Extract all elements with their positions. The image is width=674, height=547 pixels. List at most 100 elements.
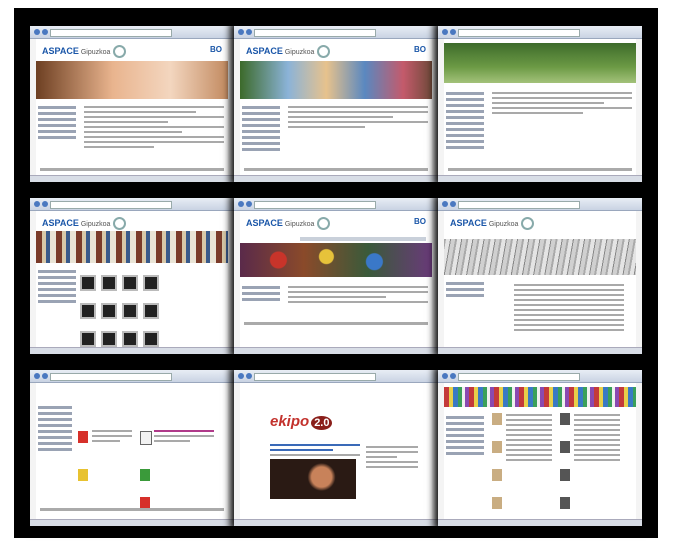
address-bar — [50, 201, 172, 209]
gallery-thumbnail[interactable] — [143, 303, 159, 319]
page-text — [288, 283, 428, 306]
publication-text — [92, 427, 132, 445]
page-text — [288, 103, 428, 131]
publication-cover[interactable] — [492, 441, 502, 453]
gallery-thumbnail[interactable] — [101, 331, 117, 347]
publication-cover[interactable] — [560, 497, 570, 509]
web-page: ASPACE Gipuzkoa BO — [36, 39, 228, 175]
address-bar — [254, 373, 376, 381]
status-bar — [234, 175, 438, 182]
forward-icon — [450, 29, 456, 35]
banner-photo — [240, 61, 432, 99]
address-bar — [458, 29, 580, 37]
address-bar — [50, 373, 172, 381]
banner-photo — [36, 231, 228, 263]
publication-cover[interactable] — [560, 441, 570, 453]
web-page: ekipo 2.0 — [240, 383, 432, 519]
sidebar-menu — [446, 413, 484, 458]
forward-icon — [450, 201, 456, 207]
back-icon — [238, 29, 244, 35]
blog-sidebar — [366, 443, 418, 471]
publication-cover[interactable] — [78, 469, 88, 481]
screenshot-tile-6: ASPACE Gipuzkoa — [438, 198, 642, 354]
web-page: ASPACE Gipuzkoa — [36, 211, 228, 347]
gallery-thumbnail[interactable] — [80, 275, 96, 291]
status-bar — [234, 347, 438, 354]
collage-frame: ASPACE Gipuzkoa BO ASPACE Gipuzkoa BO AS… — [14, 8, 658, 538]
post-title — [270, 441, 360, 459]
sidebar-menu — [38, 267, 76, 306]
video-player[interactable] — [270, 459, 356, 499]
gallery-thumbnail[interactable] — [122, 275, 138, 291]
status-bar — [30, 519, 234, 526]
browser-toolbar — [30, 198, 234, 211]
top-nav — [300, 237, 426, 241]
screenshot-tile-5: ASPACE Gipuzkoa BO — [234, 198, 438, 354]
publication-text — [506, 411, 552, 464]
aspace-logo: ASPACE Gipuzkoa — [42, 45, 127, 58]
banner-photo — [444, 387, 636, 407]
publication-cover[interactable] — [492, 497, 502, 509]
browser-toolbar — [30, 370, 234, 383]
back-icon — [238, 373, 244, 379]
back-icon — [34, 201, 40, 207]
web-page: ASPACE Gipuzkoa BO — [240, 39, 432, 175]
back-icon — [442, 29, 448, 35]
gallery-thumbnail[interactable] — [80, 303, 96, 319]
bo-logo: BO — [414, 217, 426, 226]
footer — [244, 322, 428, 325]
web-page: ASPACE Gipuzkoa — [444, 211, 636, 347]
screenshot-tile-2: ASPACE Gipuzkoa BO — [234, 26, 438, 182]
forward-icon — [42, 29, 48, 35]
ekipo-logo: ekipo 2.0 — [270, 413, 333, 430]
bo-logo: BO — [414, 45, 426, 54]
publication-cover[interactable] — [140, 431, 152, 445]
screenshot-tile-8: ekipo 2.0 — [234, 370, 438, 526]
browser-toolbar — [438, 26, 642, 39]
gallery-thumbnail[interactable] — [80, 331, 96, 347]
publication-cover[interactable] — [492, 413, 502, 425]
status-bar — [234, 519, 438, 526]
back-icon — [34, 373, 40, 379]
forward-icon — [246, 201, 252, 207]
web-page — [444, 383, 636, 519]
banner-photo — [444, 239, 636, 275]
aspace-logo: ASPACE Gipuzkoa — [246, 217, 331, 230]
sidebar-menu — [242, 103, 280, 154]
gallery-thumbnail[interactable] — [101, 303, 117, 319]
publication-cover[interactable] — [78, 431, 88, 443]
publication-cover[interactable] — [492, 469, 502, 481]
gallery-thumbnail[interactable] — [122, 303, 138, 319]
status-bar — [30, 175, 234, 182]
footer — [448, 168, 632, 171]
gallery-thumbnail[interactable] — [101, 275, 117, 291]
page-text — [492, 89, 632, 117]
publication-cover[interactable] — [140, 469, 150, 481]
banner-photo — [240, 243, 432, 277]
address-bar — [458, 373, 580, 381]
screenshot-tile-1: ASPACE Gipuzkoa BO — [30, 26, 234, 182]
address-bar — [50, 29, 172, 37]
sidebar-menu — [38, 103, 76, 142]
web-page: ASPACE Gipuzkoa BO — [240, 211, 432, 347]
address-bar — [254, 29, 376, 37]
publication-text — [154, 427, 214, 445]
footer — [40, 168, 224, 171]
forward-icon — [246, 29, 252, 35]
publication-cover[interactable] — [560, 413, 570, 425]
address-bar — [254, 201, 376, 209]
forward-icon — [42, 373, 48, 379]
browser-toolbar — [438, 198, 642, 211]
photo-gallery — [80, 275, 164, 354]
back-icon — [442, 201, 448, 207]
gallery-thumbnail[interactable] — [122, 331, 138, 347]
footer — [244, 168, 428, 171]
status-bar — [438, 519, 642, 526]
gallery-thumbnail[interactable] — [143, 331, 159, 347]
gallery-thumbnail[interactable] — [143, 275, 159, 291]
forward-icon — [42, 201, 48, 207]
publication-cover[interactable] — [560, 469, 570, 481]
sidebar-menu — [446, 89, 484, 152]
forward-icon — [450, 373, 456, 379]
footer — [40, 508, 224, 511]
